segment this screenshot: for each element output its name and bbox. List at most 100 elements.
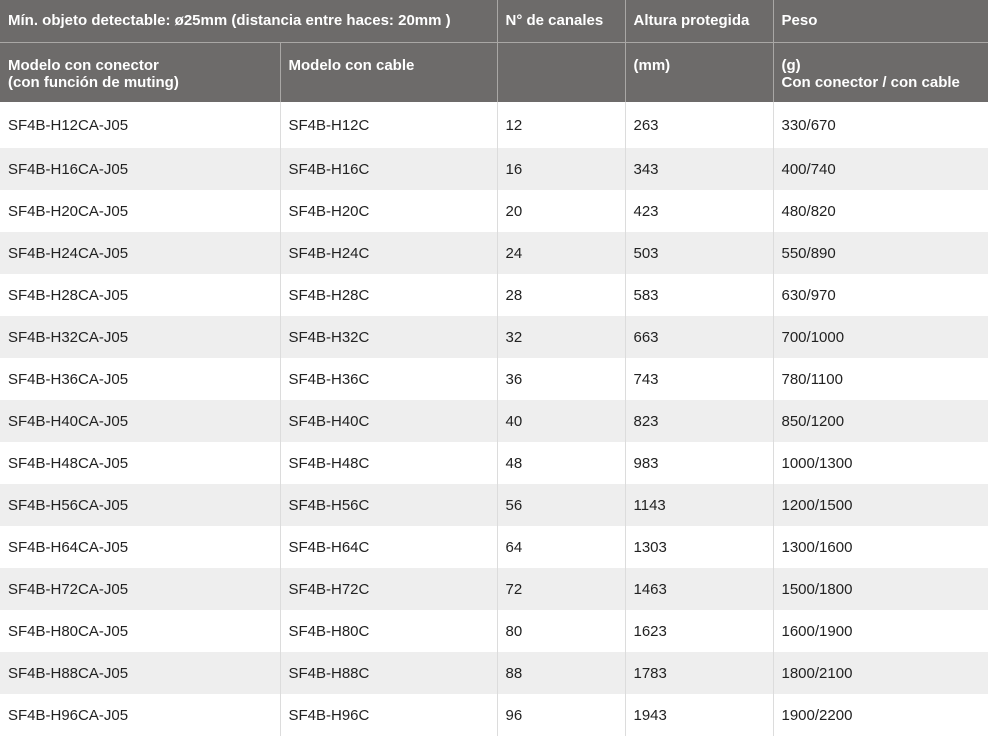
cell-channels: 16 (497, 148, 626, 190)
cell-cable-model: SF4B-H48C (280, 442, 498, 484)
cell-connector-model: SF4B-H20CA-J05 (0, 190, 281, 232)
cell-height: 1143 (625, 484, 774, 526)
header-weight: Peso (773, 0, 988, 43)
cell-height: 983 (625, 442, 774, 484)
cell-weight: 1600/1900 (773, 610, 988, 652)
cell-height: 263 (625, 102, 774, 148)
cell-cable-model: SF4B-H32C (280, 316, 498, 358)
cell-height: 503 (625, 232, 774, 274)
cell-connector-model: SF4B-H56CA-J05 (0, 484, 281, 526)
header-channels-sub (497, 42, 626, 102)
header-weight-unit-line2: Con conector / con cable (781, 73, 960, 91)
cell-weight: 480/820 (773, 190, 988, 232)
cell-weight: 1300/1600 (773, 526, 988, 568)
cell-cable-model: SF4B-H64C (280, 526, 498, 568)
cell-connector-model: SF4B-H12CA-J05 (0, 102, 281, 148)
cell-channels: 36 (497, 358, 626, 400)
cell-height: 823 (625, 400, 774, 442)
cell-cable-model: SF4B-H40C (280, 400, 498, 442)
header-row-1: Mín. objeto detectable: ø25mm (distancia… (0, 0, 988, 43)
cell-connector-model: SF4B-H16CA-J05 (0, 148, 281, 190)
table-row: SF4B-H48CA-J05 SF4B-H48C 48 983 1000/130… (0, 442, 988, 484)
cell-connector-model: SF4B-H96CA-J05 (0, 694, 281, 736)
table-body: SF4B-H12CA-J05 SF4B-H12C 12 263 330/670 … (0, 102, 988, 736)
cell-connector-model: SF4B-H24CA-J05 (0, 232, 281, 274)
spec-table: Mín. objeto detectable: ø25mm (distancia… (0, 0, 988, 736)
cell-weight: 400/740 (773, 148, 988, 190)
cell-weight: 780/1100 (773, 358, 988, 400)
cell-channels: 12 (497, 102, 626, 148)
header-connector-model-line1: Modelo con conector (8, 56, 159, 74)
cell-cable-model: SF4B-H36C (280, 358, 498, 400)
cell-height: 1303 (625, 526, 774, 568)
table-row: SF4B-H36CA-J05 SF4B-H36C 36 743 780/1100 (0, 358, 988, 400)
table-row: SF4B-H20CA-J05 SF4B-H20C 20 423 480/820 (0, 190, 988, 232)
cell-cable-model: SF4B-H80C (280, 610, 498, 652)
table-row: SF4B-H12CA-J05 SF4B-H12C 12 263 330/670 (0, 102, 988, 148)
cell-weight: 700/1000 (773, 316, 988, 358)
table-row: SF4B-H88CA-J05 SF4B-H88C 88 1783 1800/21… (0, 652, 988, 694)
table-header: Mín. objeto detectable: ø25mm (distancia… (0, 0, 988, 102)
table-row: SF4B-H56CA-J05 SF4B-H56C 56 1143 1200/15… (0, 484, 988, 526)
cell-height: 1783 (625, 652, 774, 694)
cell-weight: 550/890 (773, 232, 988, 274)
cell-height: 1463 (625, 568, 774, 610)
header-row-2: Modelo con conector (con función de muti… (0, 42, 988, 102)
header-protected-height: Altura protegida (625, 0, 774, 43)
table-row: SF4B-H28CA-J05 SF4B-H28C 28 583 630/970 (0, 274, 988, 316)
header-weight-unit-line1: (g) (781, 56, 801, 74)
cell-height: 583 (625, 274, 774, 316)
table-row: SF4B-H80CA-J05 SF4B-H80C 80 1623 1600/19… (0, 610, 988, 652)
header-connector-model-line2: (con función de muting) (8, 73, 179, 91)
cell-connector-model: SF4B-H72CA-J05 (0, 568, 281, 610)
cell-connector-model: SF4B-H28CA-J05 (0, 274, 281, 316)
cell-weight: 330/670 (773, 102, 988, 148)
table-row: SF4B-H40CA-J05 SF4B-H40C 40 823 850/1200 (0, 400, 988, 442)
cell-channels: 72 (497, 568, 626, 610)
cell-weight: 1800/2100 (773, 652, 988, 694)
cell-cable-model: SF4B-H96C (280, 694, 498, 736)
cell-weight: 1900/2200 (773, 694, 988, 736)
cell-channels: 88 (497, 652, 626, 694)
cell-cable-model: SF4B-H56C (280, 484, 498, 526)
cell-weight: 1500/1800 (773, 568, 988, 610)
table-row: SF4B-H64CA-J05 SF4B-H64C 64 1303 1300/16… (0, 526, 988, 568)
table-row: SF4B-H72CA-J05 SF4B-H72C 72 1463 1500/18… (0, 568, 988, 610)
table-row: SF4B-H32CA-J05 SF4B-H32C 32 663 700/1000 (0, 316, 988, 358)
cell-channels: 96 (497, 694, 626, 736)
cell-cable-model: SF4B-H12C (280, 102, 498, 148)
cell-cable-model: SF4B-H28C (280, 274, 498, 316)
cell-connector-model: SF4B-H36CA-J05 (0, 358, 281, 400)
cell-height: 1943 (625, 694, 774, 736)
cell-height: 343 (625, 148, 774, 190)
cell-channels: 24 (497, 232, 626, 274)
cell-height: 743 (625, 358, 774, 400)
cell-cable-model: SF4B-H16C (280, 148, 498, 190)
cell-connector-model: SF4B-H40CA-J05 (0, 400, 281, 442)
cell-height: 423 (625, 190, 774, 232)
header-height-unit: (mm) (625, 42, 774, 102)
header-min-object: Mín. objeto detectable: ø25mm (distancia… (0, 0, 498, 43)
cell-connector-model: SF4B-H48CA-J05 (0, 442, 281, 484)
cell-height: 1623 (625, 610, 774, 652)
cell-weight: 630/970 (773, 274, 988, 316)
cell-channels: 56 (497, 484, 626, 526)
header-connector-model: Modelo con conector (con función de muti… (0, 42, 281, 102)
cell-channels: 20 (497, 190, 626, 232)
cell-channels: 64 (497, 526, 626, 568)
cell-weight: 850/1200 (773, 400, 988, 442)
cell-weight: 1200/1500 (773, 484, 988, 526)
header-channels: N° de canales (497, 0, 626, 43)
cell-connector-model: SF4B-H32CA-J05 (0, 316, 281, 358)
table-row: SF4B-H24CA-J05 SF4B-H24C 24 503 550/890 (0, 232, 988, 274)
cell-connector-model: SF4B-H80CA-J05 (0, 610, 281, 652)
header-cable-model: Modelo con cable (280, 42, 498, 102)
cell-cable-model: SF4B-H24C (280, 232, 498, 274)
cell-channels: 40 (497, 400, 626, 442)
cell-channels: 28 (497, 274, 626, 316)
header-weight-unit: (g) Con conector / con cable (773, 42, 988, 102)
cell-height: 663 (625, 316, 774, 358)
cell-channels: 48 (497, 442, 626, 484)
cell-cable-model: SF4B-H72C (280, 568, 498, 610)
cell-cable-model: SF4B-H88C (280, 652, 498, 694)
